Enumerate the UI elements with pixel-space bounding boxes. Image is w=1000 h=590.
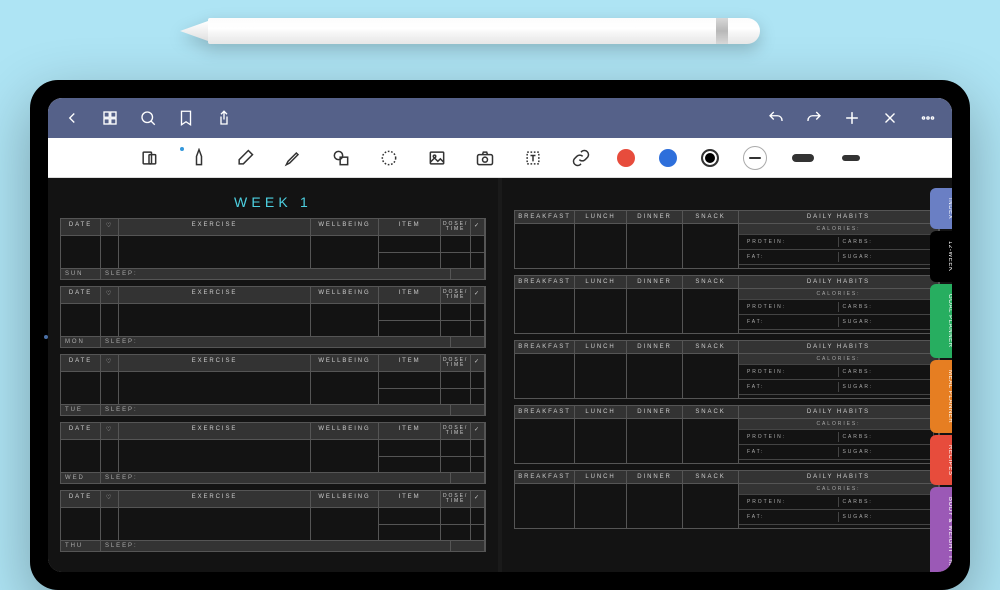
meal-row-thu: BREAKFASTLUNCHDINNERSNACKDAILY HABITS CA… [514,470,940,529]
eraser-tool-icon[interactable] [233,146,257,170]
tablet-frame: WEEK 1 DATE♡EXERCISEWELLBEINGITEMDOSE/ T… [30,80,970,590]
side-tabs: INDEX12-WEEKGOAL PLANNERMEAL PLANNERRECI… [930,188,952,572]
tab-index[interactable]: INDEX [930,188,952,229]
right-page[interactable]: BREAKFASTLUNCHDINNERSNACKDAILY HABITS CA… [502,178,952,572]
pen-tool-icon[interactable] [185,146,209,170]
tab-meal-planner[interactable]: MEAL PLANNER [930,360,952,433]
redo-icon[interactable] [804,108,824,128]
back-icon[interactable] [62,108,82,128]
drawing-toolbar [48,138,952,178]
day-row-mon: DATE♡EXERCISEWELLBEINGITEMDOSE/ TIME✓ MO… [60,286,486,348]
add-icon[interactable] [842,108,862,128]
more-icon[interactable] [918,108,938,128]
tab-goal-planner[interactable]: GOAL PLANNER [930,284,952,358]
text-tool-icon[interactable] [521,146,545,170]
lasso-tool-icon[interactable] [377,146,401,170]
notebook-content: WEEK 1 DATE♡EXERCISEWELLBEINGITEMDOSE/ T… [48,178,952,572]
zoom-tool-icon[interactable] [137,146,161,170]
image-tool-icon[interactable] [425,146,449,170]
week-title: WEEK 1 [60,194,486,210]
meal-row-mon: BREAKFASTLUNCHDINNERSNACKDAILY HABITS CA… [514,275,940,334]
highlighter-tool-icon[interactable] [281,146,305,170]
close-icon[interactable] [880,108,900,128]
left-page[interactable]: WEEK 1 DATE♡EXERCISEWELLBEINGITEMDOSE/ T… [48,178,498,572]
tab-body-weight-tracker[interactable]: BODY & WEIGHT TRACKER [930,487,952,572]
search-icon[interactable] [138,108,158,128]
meal-row-sun: BREAKFASTLUNCHDINNERSNACKDAILY HABITS CA… [514,210,940,269]
color-red[interactable] [617,149,635,167]
day-row-wed: DATE♡EXERCISEWELLBEINGITEMDOSE/ TIME✓ WE… [60,422,486,484]
meal-row-tue: BREAKFASTLUNCHDINNERSNACKDAILY HABITS CA… [514,340,940,399]
brush-size-2[interactable] [839,146,863,170]
tab--week[interactable]: 12-WEEK [930,231,952,282]
day-row-sun: DATE♡EXERCISEWELLBEINGITEMDOSE/ TIME✓ SU… [60,218,486,280]
stroke-width[interactable] [743,146,767,170]
shapes-tool-icon[interactable] [329,146,353,170]
app-topbar [48,98,952,138]
day-row-tue: DATE♡EXERCISEWELLBEINGITEMDOSE/ TIME✓ TU… [60,354,486,416]
share-icon[interactable] [214,108,234,128]
brush-size-1[interactable] [791,146,815,170]
color-black[interactable] [701,149,719,167]
undo-icon[interactable] [766,108,786,128]
bookmark-icon[interactable] [176,108,196,128]
day-row-thu: DATE♡EXERCISEWELLBEINGITEMDOSE/ TIME✓ TH… [60,490,486,552]
meal-row-wed: BREAKFASTLUNCHDINNERSNACKDAILY HABITS CA… [514,405,940,464]
color-blue[interactable] [659,149,677,167]
apple-pencil [180,18,760,44]
grid-icon[interactable] [100,108,120,128]
screen: WEEK 1 DATE♡EXERCISEWELLBEINGITEMDOSE/ T… [48,98,952,572]
link-tool-icon[interactable] [569,146,593,170]
tab-recipes[interactable]: RECIPES [930,435,952,486]
camera-tool-icon[interactable] [473,146,497,170]
